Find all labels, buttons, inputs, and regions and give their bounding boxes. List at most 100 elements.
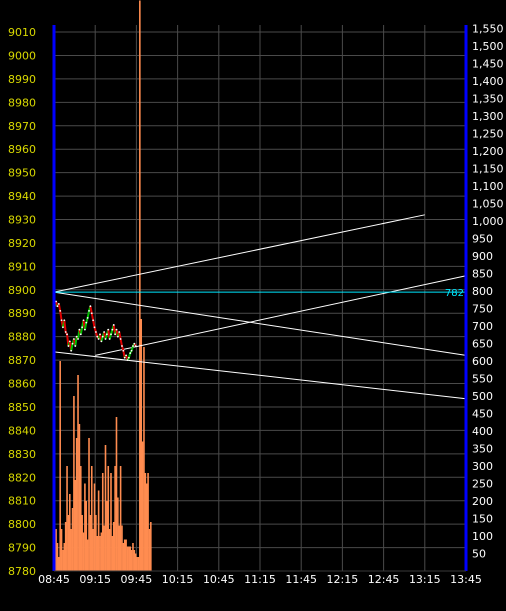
price-segment: [90, 313, 95, 321]
volume-tick-label: 250: [472, 478, 493, 491]
price-point: [56, 305, 59, 308]
volume-tick-label: 1,200: [472, 145, 504, 158]
volume-tick-label: 650: [472, 338, 493, 351]
price-point: [77, 338, 79, 340]
price-segment: [83, 322, 88, 330]
price-point: [84, 328, 86, 331]
volume-tick-label: 350: [472, 443, 493, 456]
price-tick-label: 8800: [8, 518, 36, 531]
price-point: [60, 319, 63, 322]
price-tick-label: 8860: [8, 378, 36, 391]
price-point: [101, 335, 104, 338]
price-point: [96, 335, 99, 338]
price-point: [82, 319, 85, 322]
price-segment: [59, 310, 63, 321]
price-point: [90, 312, 93, 315]
price-point: [103, 331, 106, 333]
price-point: [107, 328, 110, 331]
price-tick-label: 8990: [8, 73, 36, 86]
price-point: [127, 356, 130, 359]
price-point: [126, 359, 129, 361]
time-tick-label: 11:15: [244, 573, 276, 586]
price-point: [118, 331, 121, 333]
time-tick-label: 09:45: [121, 573, 153, 586]
price-point: [78, 328, 81, 331]
price-point: [97, 338, 100, 340]
price-point: [66, 333, 68, 336]
price-tick-label: 8790: [8, 542, 36, 555]
price-tick-label: 8920: [8, 237, 36, 250]
volume-tick-label: 500: [472, 390, 493, 403]
price-tick-label: 8930: [8, 213, 36, 226]
price-point: [94, 331, 97, 333]
price-point: [85, 321, 88, 324]
volume-tick-label: 1,500: [472, 40, 504, 53]
time-tick-label: 10:45: [203, 573, 235, 586]
price-tick-label: 8870: [8, 354, 36, 367]
price-tick-label: 8850: [8, 401, 36, 414]
price-tick-label: 8810: [8, 495, 36, 508]
volume-tick-label: 600: [472, 355, 493, 368]
price-tick-label: 8780: [8, 565, 36, 578]
price-point: [121, 345, 123, 347]
price-tick-label: 8910: [8, 260, 36, 273]
price-segment: [92, 320, 96, 328]
price-tick-label: 8940: [8, 190, 36, 203]
price-point: [62, 326, 64, 329]
price-segment: [70, 343, 74, 351]
price-point: [73, 338, 75, 340]
price-tick-label: 8820: [8, 471, 36, 484]
price-point: [57, 302, 60, 305]
volume-tick-label: 400: [472, 425, 493, 438]
volume-tick-label: 1,300: [472, 110, 504, 123]
price-point: [68, 340, 71, 343]
price-segment: [63, 320, 67, 333]
volume-tick-label: 200: [472, 495, 493, 508]
volume-tick-label: 100: [472, 530, 493, 543]
volume-tick-label: 1,450: [472, 58, 504, 71]
price-point: [133, 342, 136, 345]
volume-tick-label: 1,550: [472, 23, 504, 36]
price-point: [112, 324, 115, 326]
volume-tick-label: 850: [472, 268, 493, 281]
volume-tick-label: 800: [472, 285, 493, 298]
price-point: [123, 356, 126, 359]
price-point: [63, 319, 66, 322]
price-tick-label: 8840: [8, 424, 36, 437]
volume-tick-label: 950: [472, 233, 493, 246]
time-tick-label: 12:15: [327, 573, 359, 586]
price-segment: [79, 327, 84, 335]
time-tick-label: 11:45: [285, 573, 317, 586]
price-segment: [86, 310, 91, 319]
price-tick-label: 8950: [8, 167, 36, 180]
price-point: [122, 349, 125, 352]
volume-tick-label: 50: [472, 548, 486, 561]
volume-tick-label: 750: [472, 303, 493, 316]
price-point: [110, 333, 112, 336]
price-tick-label: 8960: [8, 143, 36, 156]
price-segment: [118, 331, 122, 340]
price-point: [114, 333, 117, 336]
price-point: [67, 345, 70, 347]
volume-tick-label: 1,250: [472, 128, 504, 141]
volume-tick-label: 1,400: [472, 75, 504, 88]
time-tick-label: 09:15: [79, 573, 111, 586]
price-point: [74, 345, 77, 347]
price-point: [125, 354, 127, 357]
price-point: [104, 338, 107, 340]
price-point: [108, 338, 111, 340]
price-point: [134, 345, 137, 347]
price-segment: [57, 303, 62, 312]
price-point: [111, 328, 114, 331]
price-point: [99, 333, 101, 336]
price-tick-label: 8890: [8, 307, 36, 320]
price-point: [86, 317, 89, 319]
price-point: [75, 335, 78, 338]
price-point: [92, 319, 95, 322]
time-tick-label: 12:45: [368, 573, 400, 586]
price-point: [100, 340, 103, 343]
price-point: [79, 333, 82, 336]
price-point: [93, 326, 96, 329]
price-tick-label: 8830: [8, 448, 36, 461]
intraday-chart: 782 9010 9000 8990 8980 8970 8960 8950 8940 8930…: [0, 0, 506, 611]
